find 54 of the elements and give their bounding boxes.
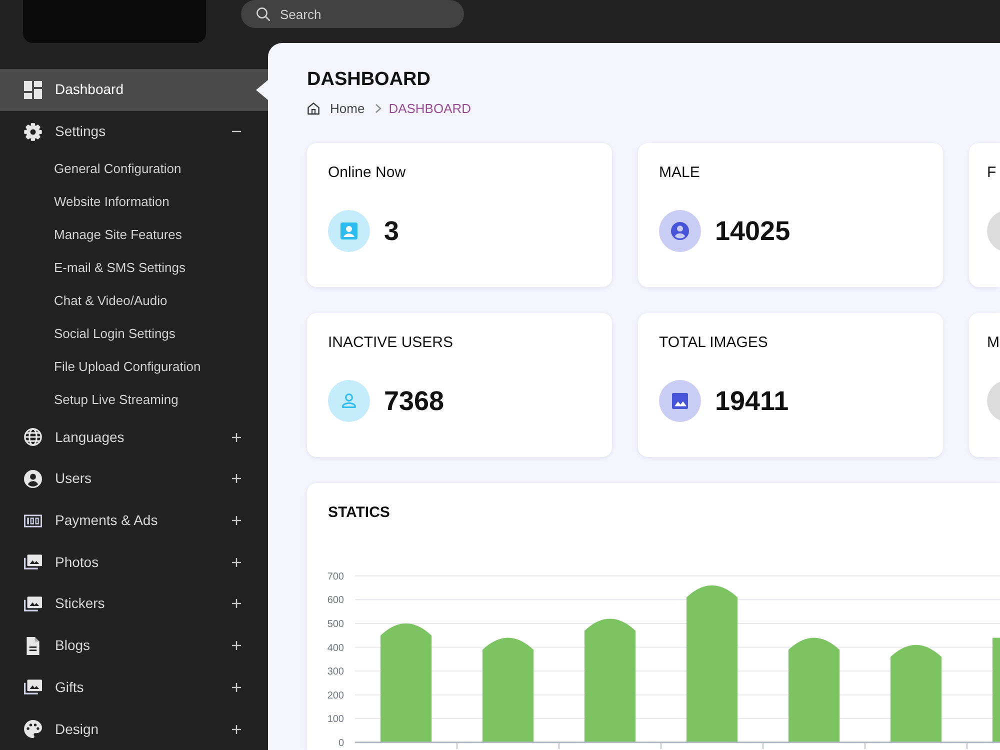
submenu-item[interactable]: Social Login Settings	[0, 317, 268, 350]
sidebar-item[interactable]: Gifts	[0, 666, 268, 708]
axis-label: 300	[327, 666, 344, 678]
stat-value: 14025	[715, 218, 790, 244]
submenu-item[interactable]: Setup Live Streaming	[0, 383, 268, 416]
submenu-item[interactable]: Manage Site Features	[0, 218, 268, 252]
axis-label: 200	[327, 690, 344, 702]
search-field[interactable]: Search	[241, 0, 464, 28]
stat-title: MALE	[659, 164, 700, 182]
sidebar-item[interactable]: Stickers	[0, 583, 268, 625]
chevron-right-icon	[374, 104, 382, 113]
sidebar-item[interactable]: Photos	[0, 541, 268, 584]
page-title: DASHBOARD	[307, 68, 430, 92]
sidebar-item[interactable]: Settings	[0, 110, 268, 152]
banknote-icon	[24, 512, 42, 530]
axis-label: 700	[327, 571, 344, 582]
dashboard-icon	[24, 80, 42, 99]
submenu-item[interactable]: Chat & Video/Audio	[0, 284, 268, 318]
stat-title: M	[987, 334, 1000, 352]
photo-stack-icon	[24, 678, 42, 696]
submenu-item[interactable]: General Configuration	[0, 152, 268, 186]
search-icon	[256, 7, 270, 21]
palette-icon	[24, 720, 42, 738]
photo-stack-icon	[24, 594, 42, 613]
stat-title: Online Now	[328, 164, 406, 182]
axis-label: 100	[327, 714, 344, 726]
sidebar-item[interactable]: Dashboard	[0, 69, 268, 111]
stat-value: 19411	[715, 388, 789, 414]
globe-icon	[24, 428, 42, 446]
submenu-item[interactable]: E-mail & SMS Settings	[0, 251, 268, 284]
stat-value: 7368	[384, 388, 444, 414]
sidebar-item[interactable]: Payments & Ads	[0, 500, 268, 542]
axis-label: 500	[327, 618, 344, 630]
sidebar-item[interactable]: Users	[0, 458, 268, 500]
breadcrumb-current: DASHBOARD	[388, 100, 472, 118]
breadcrumb-link[interactable]: Home	[330, 98, 365, 118]
submenu-item[interactable]: File Upload Configuration	[0, 350, 268, 384]
sidebar-item[interactable]: Design	[0, 708, 268, 750]
axis-label: 0	[338, 738, 344, 749]
stat-title: INACTIVE USERS	[328, 334, 454, 352]
axis-label: 600	[327, 595, 344, 606]
home-icon	[307, 102, 320, 115]
sidebar-item[interactable]: Languages	[0, 416, 268, 458]
user-circle-icon	[24, 470, 42, 488]
document-icon	[24, 636, 42, 655]
photo-stack-icon	[24, 553, 42, 572]
sidebar-item[interactable]: Blogs	[0, 624, 268, 666]
gear-icon	[24, 122, 42, 141]
stat-title: TOTAL IMAGES	[659, 334, 768, 352]
stat-value: 3	[384, 218, 400, 244]
chart-title: STATICS	[328, 504, 390, 522]
stat-title: F	[987, 164, 996, 182]
submenu-item[interactable]: Website Information	[0, 185, 268, 218]
axis-label: 400	[327, 642, 344, 654]
